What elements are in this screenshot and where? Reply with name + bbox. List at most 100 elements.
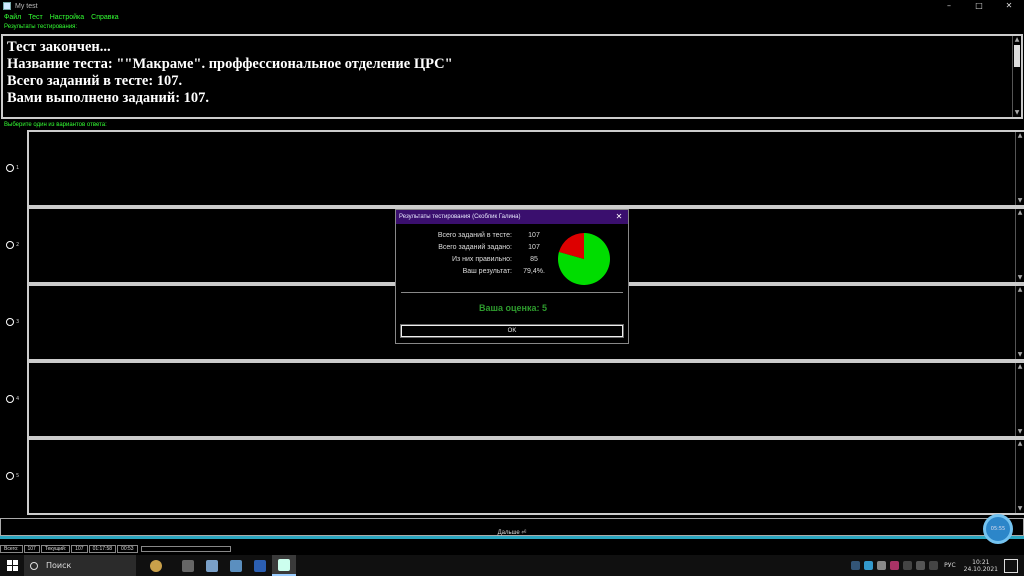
option-radio[interactable] bbox=[6, 318, 14, 326]
results-line-test-name: Название теста: ""Макраме". проффессиона… bbox=[7, 56, 453, 72]
scroll-down-arrow-icon[interactable]: ▼ bbox=[1016, 197, 1024, 205]
stat-label: Из них правильно: bbox=[451, 256, 512, 263]
stat-value: 79,4%. bbox=[523, 268, 545, 275]
word-icon bbox=[254, 559, 266, 572]
time-progress-line bbox=[0, 536, 1024, 539]
battery-icon[interactable] bbox=[929, 561, 939, 570]
scroll-down-arrow-icon[interactable]: ▼ bbox=[1016, 505, 1024, 513]
next-button[interactable]: Дальше ⏎ bbox=[0, 518, 1024, 536]
result-pie-chart bbox=[558, 233, 610, 285]
kaspersky-icon[interactable] bbox=[890, 561, 900, 570]
status-total-label: Всего: bbox=[0, 545, 23, 553]
taskbar-app-word[interactable] bbox=[248, 555, 272, 576]
minimize-button[interactable]: – bbox=[934, 0, 964, 12]
status-elapsed-time: 01:17:58 bbox=[88, 545, 117, 553]
option-number: 3 bbox=[16, 319, 20, 325]
mytest-app-icon bbox=[278, 558, 290, 571]
results-scrollbar[interactable]: ▲ ▼ bbox=[1012, 36, 1021, 117]
taskbar-app-avatar[interactable] bbox=[136, 555, 176, 576]
volume-icon[interactable] bbox=[916, 561, 926, 570]
results-line-total-tasks: Всего заданий в тесте: 107. bbox=[7, 73, 183, 89]
scroll-up-arrow-icon[interactable]: ▲ bbox=[1016, 209, 1024, 217]
scroll-up-arrow-icon[interactable]: ▲ bbox=[1016, 132, 1024, 140]
maximize-button[interactable]: □ bbox=[964, 0, 994, 12]
option-radio[interactable] bbox=[6, 395, 14, 403]
windows-taskbar: Поиск РУС 10:21 24.10.2021 bbox=[0, 555, 1024, 576]
scroll-up-arrow-icon[interactable]: ▲ bbox=[1016, 363, 1024, 371]
clock-time: 10:21 bbox=[972, 558, 990, 566]
window-titlebar: My test – □ ✕ bbox=[0, 0, 1024, 12]
taskbar-app-taskview[interactable] bbox=[176, 555, 200, 576]
taskbar-clock[interactable]: 10:21 24.10.2021 bbox=[964, 559, 998, 573]
scroll-down-arrow-icon[interactable]: ▼ bbox=[1013, 109, 1021, 117]
status-total-value: 107 bbox=[23, 545, 40, 553]
stat-row: Всего заданий в тесте: 107 bbox=[396, 232, 556, 244]
dialog-close-button[interactable]: ✕ bbox=[612, 211, 626, 223]
scroll-up-arrow-icon[interactable]: ▲ bbox=[1016, 286, 1024, 294]
taskbar-search[interactable]: Поиск bbox=[24, 555, 136, 576]
stat-label: Ваш результат: bbox=[462, 268, 512, 275]
option-number: 5 bbox=[16, 473, 20, 479]
notifications-icon[interactable] bbox=[1004, 558, 1018, 573]
stat-value: 107 bbox=[528, 232, 540, 239]
options-section-label: Выберите один из вариантов ответа: bbox=[4, 122, 107, 128]
results-line-finished: Тест закончен... bbox=[7, 39, 111, 55]
option-text-box[interactable]: ▲ ▼ bbox=[27, 438, 1024, 515]
option-scrollbar[interactable]: ▲ ▼ bbox=[1015, 286, 1024, 359]
status-current-value: 107 bbox=[71, 545, 88, 553]
dialog-title: Результаты тестирования (Скоблик Галина) bbox=[396, 210, 628, 224]
tray-app-icon[interactable] bbox=[877, 561, 887, 570]
stat-row: Ваш результат: 79,4%. bbox=[396, 268, 556, 280]
menu-bar: Файл Тест Настройка Справка bbox=[0, 12, 1024, 23]
option-text-box[interactable]: ▲ ▼ bbox=[27, 130, 1024, 207]
scroll-down-arrow-icon[interactable]: ▼ bbox=[1016, 351, 1024, 359]
option-text-box[interactable]: ▲ ▼ bbox=[27, 361, 1024, 438]
taskbar-app-files[interactable] bbox=[224, 555, 248, 576]
menu-test[interactable]: Тест bbox=[28, 14, 42, 21]
taskbar-app-explorer[interactable] bbox=[200, 555, 224, 576]
option-scrollbar[interactable]: ▲ ▼ bbox=[1015, 209, 1024, 282]
ok-button[interactable]: OK bbox=[400, 324, 624, 338]
language-indicator[interactable]: РУС bbox=[944, 562, 955, 569]
option-radio[interactable] bbox=[6, 241, 14, 249]
dialog-title-text: Результаты тестирования (Скоблик Галина) bbox=[399, 214, 521, 220]
answer-option[interactable]: 4 ▲ ▼ bbox=[0, 361, 1024, 438]
stat-value: 107 bbox=[528, 244, 540, 251]
option-scrollbar[interactable]: ▲ ▼ bbox=[1015, 363, 1024, 436]
results-dialog: Результаты тестирования (Скоблик Галина)… bbox=[395, 209, 629, 344]
scroll-down-arrow-icon[interactable]: ▼ bbox=[1016, 274, 1024, 282]
option-scrollbar[interactable]: ▲ ▼ bbox=[1015, 440, 1024, 513]
wifi-icon[interactable] bbox=[903, 561, 913, 570]
status-current-label: Текущий: bbox=[40, 545, 71, 553]
close-window-button[interactable]: ✕ bbox=[994, 0, 1024, 12]
stat-label: Всего заданий задано: bbox=[438, 244, 512, 251]
bluetooth-icon[interactable] bbox=[851, 561, 861, 570]
dialog-stats: Всего заданий в тесте: 107 Всего заданий… bbox=[396, 232, 556, 280]
scroll-thumb[interactable] bbox=[1014, 45, 1020, 67]
answer-option[interactable]: 5 ▲ ▼ bbox=[0, 438, 1024, 515]
grade-label: Ваша оценка: 5 bbox=[479, 303, 547, 313]
scroll-down-arrow-icon[interactable]: ▼ bbox=[1016, 428, 1024, 436]
system-tray: РУС 10:21 24.10.2021 bbox=[849, 555, 1024, 576]
network-app-icon[interactable] bbox=[864, 561, 874, 570]
menu-help[interactable]: Справка bbox=[91, 14, 118, 21]
computer-icon bbox=[206, 559, 218, 572]
results-section-label: Результаты тестирования: bbox=[4, 24, 78, 30]
option-number: 2 bbox=[16, 242, 20, 248]
status-remaining-time: 00:53 bbox=[117, 545, 138, 553]
taskbar-app-mytest[interactable] bbox=[272, 555, 296, 576]
answer-option[interactable]: 1 ▲ ▼ bbox=[0, 130, 1024, 207]
option-radio[interactable] bbox=[6, 164, 14, 172]
status-bar: Всего: 107 Текущий: 107 01:17:58 00:53 bbox=[0, 544, 1024, 554]
menu-settings[interactable]: Настройка bbox=[50, 14, 84, 21]
dialog-separator bbox=[401, 292, 623, 293]
files-icon bbox=[230, 559, 242, 572]
option-scrollbar[interactable]: ▲ ▼ bbox=[1015, 132, 1024, 205]
search-label: Поиск bbox=[46, 561, 72, 570]
avatar-icon bbox=[150, 559, 162, 572]
start-button[interactable] bbox=[0, 555, 24, 576]
menu-file[interactable]: Файл bbox=[4, 14, 21, 21]
scroll-up-arrow-icon[interactable]: ▲ bbox=[1016, 440, 1024, 448]
scroll-up-arrow-icon[interactable]: ▲ bbox=[1013, 36, 1021, 44]
option-radio[interactable] bbox=[6, 472, 14, 480]
